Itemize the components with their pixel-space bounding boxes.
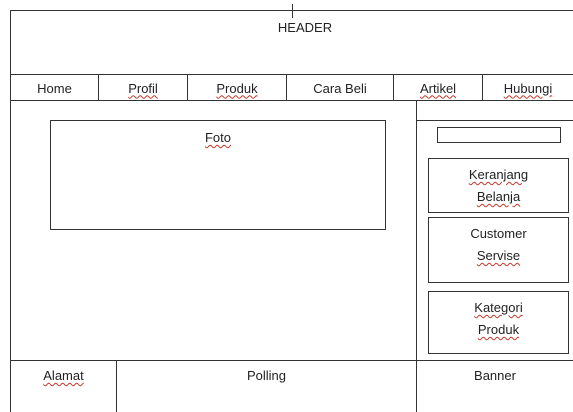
cart-label-line2: Belanja [476, 189, 521, 204]
footer-banner-label: Banner [474, 368, 516, 383]
sidebar-separator [416, 101, 417, 412]
category-label-line2: Produk [477, 322, 520, 337]
cs-label-line2: Servise [476, 248, 521, 263]
nav-item-label: Hubungi [503, 80, 553, 96]
nav-item-hubungi[interactable]: Hubungi [483, 75, 573, 101]
sidebar-top-rule [417, 120, 573, 121]
footer-address-label: Alamat [43, 368, 84, 383]
nav-item-label: Artikel [419, 80, 457, 96]
footer-top-border [10, 360, 573, 361]
nav-item-profil[interactable]: Profil [99, 75, 187, 101]
nav-item-artikel[interactable]: Artikel [394, 75, 482, 101]
cart-label-line1: Keranjang [468, 167, 529, 182]
category-label-line1: Kategori [474, 300, 523, 315]
nav-item-label: Cara Beli [313, 80, 367, 96]
nav-item-label: Produk [216, 80, 258, 96]
nav-item-produk[interactable]: Produk [188, 75, 286, 101]
nav-item-home[interactable]: Home [11, 75, 98, 101]
sidebar-search-input[interactable] [437, 127, 561, 143]
category-box[interactable]: Kategori Produk [428, 291, 569, 354]
header-label: HEADER [277, 20, 333, 35]
footer-divider [116, 360, 117, 412]
nav-item-label: Profil [128, 80, 158, 96]
nav-item-label: Home [37, 80, 72, 96]
nav-item-cara-beli[interactable]: Cara Beli [287, 75, 393, 101]
cs-label-line1: Customer [470, 226, 527, 241]
photo-box: Foto [50, 120, 386, 230]
header-cursor-mark [292, 4, 293, 18]
footer-polling-label: Polling [246, 368, 287, 383]
customer-service-box[interactable]: Customer Servise [428, 217, 569, 283]
cart-box[interactable]: Keranjang Belanja [428, 158, 569, 213]
photo-label: Foto [204, 130, 231, 145]
